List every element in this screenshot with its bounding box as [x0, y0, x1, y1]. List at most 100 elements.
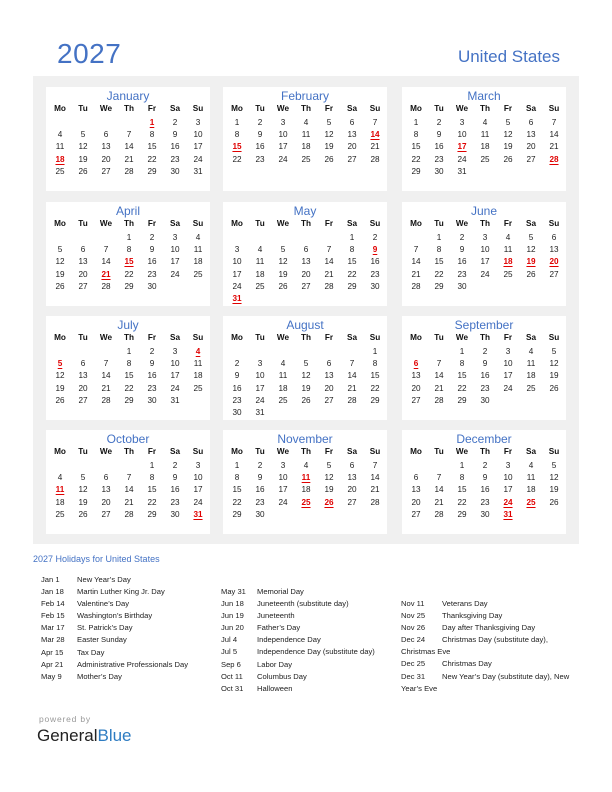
week-row: 18 19 20 21 22 23 24	[46, 155, 210, 167]
day-cell: 25	[480, 154, 490, 164]
day-cell: 2	[482, 461, 488, 470]
month-june: June Mo Tu We Th Fr Sa Su 1 2 3 4 5 6 7 8 9 10 11 12 13 14 15 1…	[402, 202, 566, 306]
week-row: 6 7 8 9 10 11 12	[402, 473, 566, 485]
day-cell: 6	[80, 359, 86, 369]
holiday-date: Jul 5	[221, 647, 238, 657]
day-cell: 19	[549, 485, 559, 495]
holiday-day-cell: 4	[195, 347, 201, 356]
day-cell: 15	[347, 257, 357, 267]
weekday-label: Sa	[346, 447, 357, 456]
holiday-date: Feb 14	[41, 599, 65, 609]
day-cell: 24	[457, 154, 467, 164]
week-row: 22 23 24 25 26 27 28	[223, 155, 387, 167]
day-cell: 7	[126, 130, 132, 140]
day-cell: 27	[101, 166, 111, 176]
week-row: 27 28 29 30	[402, 396, 566, 408]
weekday-label: Su	[369, 104, 381, 113]
day-cell: 12	[301, 371, 311, 381]
holiday-date: Jun 19	[221, 611, 244, 621]
day-cell: 13	[78, 257, 88, 267]
day-cell: 1	[349, 233, 355, 242]
weekday-label: Mo	[231, 104, 243, 113]
day-cell: 6	[103, 473, 109, 483]
day-cell: 3	[195, 118, 201, 127]
day-cell: 18	[193, 257, 203, 267]
holiday-date: Nov 25	[401, 611, 426, 621]
day-cell: 8	[234, 130, 240, 140]
holiday-name: New Year’s Day (substitute day), New	[442, 671, 570, 681]
day-cell: 22	[124, 383, 134, 393]
day-cell: 21	[411, 269, 421, 279]
week-row: 13 14 15 16 17 18 19	[402, 485, 566, 497]
month-title: August	[286, 318, 324, 332]
holiday-date: Jan 18	[41, 587, 64, 597]
day-cell: 26	[301, 395, 311, 405]
weekday-label: Su	[192, 219, 204, 228]
day-cell: 12	[526, 245, 536, 255]
week-row: 26 27 28 29 30 31	[46, 396, 210, 408]
day-cell: 22	[347, 269, 357, 279]
holiday-date: Jan 1	[41, 575, 60, 584]
weekday-label: We	[455, 219, 469, 228]
day-cell: 2	[459, 233, 465, 242]
day-cell: 19	[78, 154, 88, 164]
day-cell: 27	[411, 509, 421, 519]
day-cell: 13	[411, 485, 421, 495]
day-cell: 23	[170, 497, 180, 507]
day-cell: 29	[370, 395, 380, 405]
day-cell: 22	[124, 269, 134, 279]
month-title: April	[115, 204, 140, 218]
weekday-label: Tu	[78, 333, 88, 342]
day-cell: 1	[234, 461, 240, 470]
day-cell: 20	[347, 485, 357, 495]
weekday-label: Tu	[78, 104, 88, 113]
weekday-label: Sa	[525, 447, 536, 456]
weekday-header: Mo Tu We Th Fr Sa Su	[223, 447, 387, 459]
day-cell: 10	[480, 245, 490, 255]
day-cell: 6	[303, 245, 309, 255]
weekday-label: Sa	[169, 447, 180, 456]
holiday-name: Juneteenth (substitute day)	[257, 599, 349, 609]
day-cell: 17	[170, 371, 180, 381]
day-cell: 13	[301, 257, 311, 267]
powered-by-label: powered by	[39, 714, 91, 724]
day-cell: 21	[324, 269, 334, 279]
weekday-label: Mo	[54, 447, 66, 456]
day-cell: 27	[324, 395, 334, 405]
day-cell: 16	[147, 257, 157, 267]
day-cell: 25	[503, 269, 513, 279]
day-cell: 30	[457, 281, 467, 291]
day-cell: 12	[324, 130, 334, 140]
day-cell: 6	[551, 233, 557, 242]
holiday-name: Administrative Professionals Day	[77, 659, 188, 669]
weekday-label: Fr	[324, 219, 334, 228]
day-cell: 7	[126, 473, 132, 483]
day-cell: 17	[278, 485, 288, 495]
holiday-date: Jul 4	[221, 635, 238, 645]
day-cell: 22	[232, 154, 242, 164]
weekday-label: Fr	[324, 333, 334, 342]
weekday-header: Mo Tu We Th Fr Sa Su	[402, 104, 566, 116]
day-cell: 2	[482, 347, 488, 356]
generalblue-logo[interactable]: GeneralBlue	[37, 726, 132, 746]
month-title: December	[456, 432, 512, 446]
holiday-name: St. Patrick’s Day	[77, 623, 133, 633]
week-row: 1 2 3 4 5	[402, 461, 566, 473]
holiday-date: Mar 28	[41, 635, 65, 645]
holiday-name: Halloween	[257, 683, 293, 693]
day-cell: 26	[549, 497, 559, 507]
month-september: September Mo Tu We Th Fr Sa Su 1 2 3 4 5 6 7 8 9 10 11 12 13…	[402, 316, 566, 420]
weekday-label: Th	[479, 104, 490, 113]
day-cell: 28	[434, 395, 444, 405]
day-cell: 17	[503, 371, 513, 381]
day-cell: 19	[324, 485, 334, 495]
holiday-name: Independence Day (substitute day)	[257, 647, 375, 657]
day-cell: 17	[480, 257, 490, 267]
day-cell: 10	[232, 257, 242, 267]
month-title: January	[106, 89, 150, 103]
weekday-header: Mo Tu We Th Fr Sa Su	[46, 333, 210, 345]
day-cell: 27	[78, 281, 88, 291]
day-cell: 19	[55, 269, 65, 279]
day-cell: 27	[411, 395, 421, 405]
day-cell: 14	[549, 130, 559, 140]
